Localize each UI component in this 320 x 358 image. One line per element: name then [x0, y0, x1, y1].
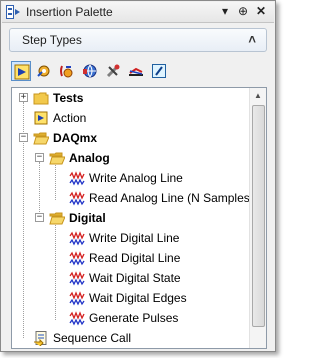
tree-item-label: Read Digital Line [89, 251, 181, 265]
globe-icon[interactable] [80, 61, 100, 81]
settings-steps-icon[interactable] [34, 61, 54, 81]
tree-item-daqmx[interactable]: − DAQmx [12, 128, 250, 148]
insertion-palette-window: Insertion Palette ▾ ⊕ ✕ Step Types ˄ + T… [0, 0, 276, 352]
tree-item-label: Analog [69, 151, 110, 165]
tree-item-write-analog-line[interactable]: Write Analog Line [12, 168, 250, 188]
close-icon[interactable]: ✕ [254, 4, 268, 18]
window-title: Insertion Palette [26, 5, 113, 19]
tree-item-label: Digital [69, 211, 106, 225]
waveform-icon [69, 251, 85, 266]
tree-item-analog[interactable]: − Analog [12, 148, 250, 168]
step-type-toolbar [11, 61, 191, 83]
collapse-icon[interactable]: − [19, 133, 28, 142]
scroll-up-icon[interactable]: ▲ [250, 88, 266, 104]
tree-item-label: Tests [53, 91, 84, 105]
pin-icon[interactable]: ⊕ [236, 4, 250, 18]
waveform-icon [69, 311, 85, 326]
tree-item-write-digital-line[interactable]: Write Digital Line [12, 228, 250, 248]
tree-item-label: Generate Pulses [89, 311, 179, 325]
tree-item-label: Wait Digital Edges [89, 291, 187, 305]
tree-item-label: DAQmx [53, 131, 98, 145]
tree-item-sequence-call[interactable]: Sequence Call [12, 328, 250, 348]
tree-item-generate-pulses[interactable]: Generate Pulses [12, 308, 250, 328]
dropdown-icon[interactable]: ▾ [218, 4, 232, 18]
tree-item-wait-digital-state[interactable]: Wait Digital State [12, 268, 250, 288]
open-folder-icon [49, 212, 65, 225]
scroll-thumb[interactable] [252, 105, 265, 327]
waveform-icon [69, 271, 85, 286]
tree-item-wait-digital-edges[interactable]: Wait Digital Edges [12, 288, 250, 308]
tools-icon[interactable] [103, 61, 123, 81]
step-types-header[interactable]: Step Types ˄ [9, 28, 267, 52]
folder-icon [33, 92, 49, 105]
tree-item-tests[interactable]: + Tests [12, 88, 250, 108]
open-folder-icon [49, 152, 65, 165]
sequence-call-icon [34, 331, 47, 346]
waveform-icon [69, 171, 85, 186]
tree-item-label: Read Analog Line (N Samples) [89, 191, 254, 205]
collapse-icon[interactable]: − [35, 213, 44, 222]
tree-item-action[interactable]: Action [12, 108, 250, 128]
collapse-icon[interactable]: ˄ [248, 32, 256, 47]
insert-step-icon[interactable] [11, 61, 31, 81]
tree-item-read-digital-line[interactable]: Read Digital Line [12, 248, 250, 268]
vertical-scrollbar[interactable]: ▲ [249, 88, 266, 348]
tree-item-label: Sequence Call [53, 331, 132, 345]
collapse-icon[interactable]: − [35, 153, 44, 162]
step-types-tree: + Tests Action − DAQmx − Analog Write An… [11, 87, 267, 349]
title-bar: Insertion Palette ▾ ⊕ ✕ [2, 2, 274, 23]
expand-icon[interactable]: + [19, 93, 28, 102]
tree-item-label: Write Digital Line [89, 231, 180, 245]
tree-item-label: Wait Digital State [89, 271, 181, 285]
step-types-label: Step Types [22, 33, 82, 47]
tree-item-digital[interactable]: − Digital [12, 208, 250, 228]
tree-item-read-analog-line[interactable]: Read Analog Line (N Samples) [12, 188, 254, 208]
waveform-icon [69, 291, 85, 306]
tree-item-label: Action [53, 111, 87, 125]
variables-icon[interactable] [57, 61, 77, 81]
tree-item-label: Write Analog Line [89, 171, 183, 185]
waveform-icon [69, 191, 85, 206]
signal-icon[interactable] [126, 61, 146, 81]
waveform-icon [69, 231, 85, 246]
edit-icon[interactable] [149, 61, 169, 81]
palette-icon [6, 5, 20, 19]
open-folder-icon [33, 132, 49, 145]
action-step-icon [34, 111, 48, 125]
